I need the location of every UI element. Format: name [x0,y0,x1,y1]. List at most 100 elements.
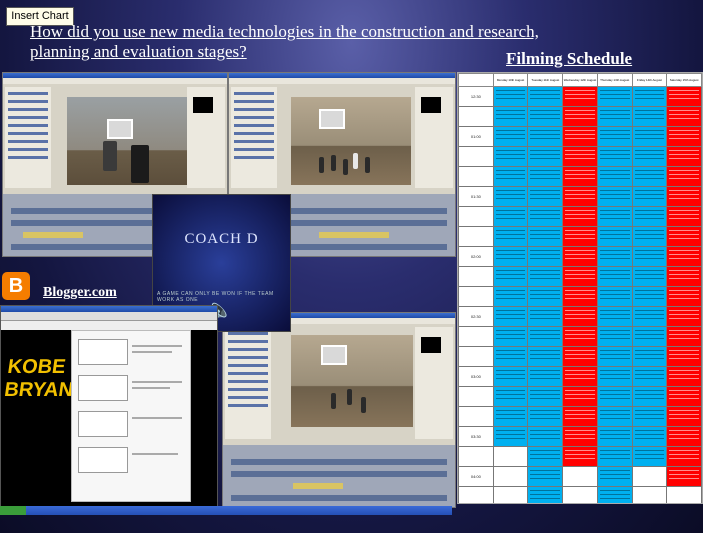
time-cell: 03:30 [458,426,494,447]
schedule-row: 01:30 [458,186,702,207]
schedule-cell [631,206,668,227]
time-cell [458,386,494,407]
schedule-cell [562,466,598,487]
schedule-cell [666,446,702,467]
schedule-cell [631,226,668,247]
schedule-cell [492,126,529,147]
schedule-row: 02:00 [458,246,702,267]
header-friday: Friday 14th August [631,73,668,87]
start-button[interactable] [0,506,26,515]
schedule-cell [492,466,529,487]
schedule-cell [596,466,633,487]
schedule-cell [492,106,529,127]
schedule-cell [562,126,598,147]
schedule-row: 03:30 [458,426,702,447]
schedule-cell [666,86,702,107]
slide: Insert Chart How did you use new media t… [0,0,703,533]
schedule-cell [562,326,598,347]
schedule-header-row: Monday 10th August Tuesday 11th August W… [458,73,702,87]
schedule-row [458,486,702,503]
schedule-cell [492,286,529,307]
schedule-cell [596,166,633,187]
schedule-cell [527,326,564,347]
schedule-cell [527,406,564,427]
schedule-cell [666,146,702,167]
schedule-cell [562,146,598,167]
schedule-cell [631,146,668,167]
schedule-cell [562,106,598,127]
time-cell [458,326,494,347]
filming-schedule-table: Monday 10th August Tuesday 11th August W… [457,72,703,504]
schedule-cell [492,426,529,447]
schedule-cell [492,406,529,427]
schedule-row: 01:00 [458,126,702,147]
schedule-cell [562,406,598,427]
time-cell: 01:00 [458,126,494,147]
title-line-1: How did you use new media technologies i… [30,22,539,41]
header-cell [458,73,494,87]
schedule-row [458,166,702,187]
schedule-row [458,446,702,467]
schedule-cell [492,486,529,503]
schedule-row: 12:30 [458,86,702,107]
schedule-cell [631,126,668,147]
time-cell [458,146,494,167]
schedule-row [458,346,702,367]
schedule-cell [492,166,529,187]
schedule-cell [631,446,668,467]
schedule-cell [596,266,633,287]
schedule-cell [596,386,633,407]
schedule-cell [666,106,702,127]
time-cell: 04:00 [458,466,494,487]
schedule-cell [596,366,633,387]
schedule-cell [631,406,668,427]
time-cell [458,286,494,307]
schedule-cell [631,306,668,327]
schedule-cell [527,426,564,447]
blogger-browser-screenshot: KOBE BRYANT [0,305,218,508]
blogger-logo-icon[interactable]: B [2,272,30,300]
schedule-cell [596,486,633,503]
schedule-cell [492,246,529,267]
schedule-cell [527,106,564,127]
schedule-cell [527,206,564,227]
blogger-link[interactable]: Blogger.com [43,285,117,301]
header-saturday: Saturday 15th August [666,73,702,87]
time-cell [458,406,494,427]
schedule-cell [562,306,598,327]
schedule-cell [666,266,702,287]
schedule-cell [666,346,702,367]
schedule-cell [492,386,529,407]
time-cell: 02:00 [458,246,494,267]
schedule-cell [631,486,668,503]
schedule-cell [492,266,529,287]
schedule-cell [527,86,564,107]
schedule-cell [631,346,668,367]
schedule-cell [492,306,529,327]
schedule-cell [631,266,668,287]
schedule-cell [596,206,633,227]
schedule-row [458,386,702,407]
schedule-cell [666,406,702,427]
schedule-cell [631,86,668,107]
time-cell [458,346,494,367]
schedule-cell [666,246,702,267]
schedule-cell [527,186,564,207]
schedule-cell [562,186,598,207]
video-editor-screenshot-3 [222,312,456,508]
schedule-cell [562,206,598,227]
header-monday: Monday 10th August [492,73,529,87]
schedule-cell [492,326,529,347]
time-cell [458,486,494,503]
schedule-cell [631,426,668,447]
time-cell [458,166,494,187]
schedule-cell [492,446,529,467]
schedule-row [458,106,702,127]
schedule-cell [666,366,702,387]
schedule-cell [596,426,633,447]
schedule-cell [562,366,598,387]
schedule-cell [527,486,564,503]
time-cell: 02:30 [458,306,494,327]
schedule-cell [596,286,633,307]
schedule-cell [666,386,702,407]
